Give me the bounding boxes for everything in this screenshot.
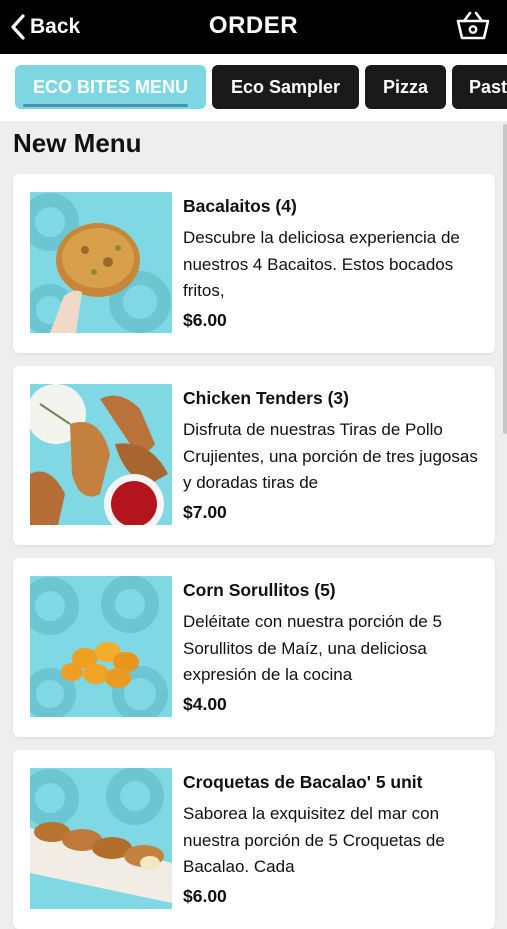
menu-item-card[interactable]: Chicken Tenders (3) Disfruta de nuestras… [13,366,495,545]
tab-eco-bites-menu[interactable]: ECO BITES MENU [15,65,206,109]
item-price: $4.00 [183,694,227,714]
item-name: Bacalaitos (4) [183,196,297,216]
item-name: Corn Sorullitos (5) [183,580,336,600]
tab-eco-sampler[interactable]: Eco Sampler [212,65,359,109]
item-name: Chicken Tenders (3) [183,388,349,408]
basket-icon[interactable] [455,8,491,44]
item-info: Bacalaitos (4) Descubre la deliciosa exp… [183,195,483,331]
menu-item-card[interactable]: Bacalaitos (4) Descubre la deliciosa exp… [13,174,495,353]
item-description: Disfruta de nuestras Tiras de Pollo Cruj… [183,420,478,492]
item-info: Chicken Tenders (3) Disfruta de nuestras… [183,387,483,523]
tab-label: Past [469,76,507,97]
item-image [30,576,172,717]
item-description: Descubre la deliciosa experiencia de nue… [183,228,460,300]
tab-past[interactable]: Past [452,65,507,109]
item-description: Deléitate con nuestra porción de 5 Sorul… [183,612,442,684]
section-title: New Menu [13,128,142,158]
item-image [30,384,172,525]
item-price: $6.00 [183,886,227,906]
item-image [30,768,172,909]
menu-item-card[interactable]: Corn Sorullitos (5) Deléitate con nuestr… [13,558,495,737]
tab-label: Eco Sampler [230,76,341,97]
tab-pizza[interactable]: Pizza [365,65,446,109]
tab-label: Pizza [382,76,429,97]
item-name: Croquetas de Bacalao' 5 unit [183,772,423,792]
item-info: Croquetas de Bacalao' 5 unit Saborea la … [183,771,483,907]
item-info: Corn Sorullitos (5) Deléitate con nuestr… [183,579,483,715]
menu-item-card[interactable]: Croquetas de Bacalao' 5 unit Saborea la … [13,750,495,929]
scrollbar[interactable] [503,124,507,434]
tab-label: ECO BITES MENU [32,76,188,97]
category-tabs: ECO BITES MENU Eco Sampler Pizza Past [0,54,507,121]
item-price: $6.00 [183,310,227,330]
item-image [30,192,172,333]
page-title: ORDER [208,12,299,39]
item-price: $7.00 [183,502,227,522]
item-description: Saborea la exquisitez del mar con nuestr… [183,804,445,876]
top-bar: Back ORDER [0,0,507,54]
